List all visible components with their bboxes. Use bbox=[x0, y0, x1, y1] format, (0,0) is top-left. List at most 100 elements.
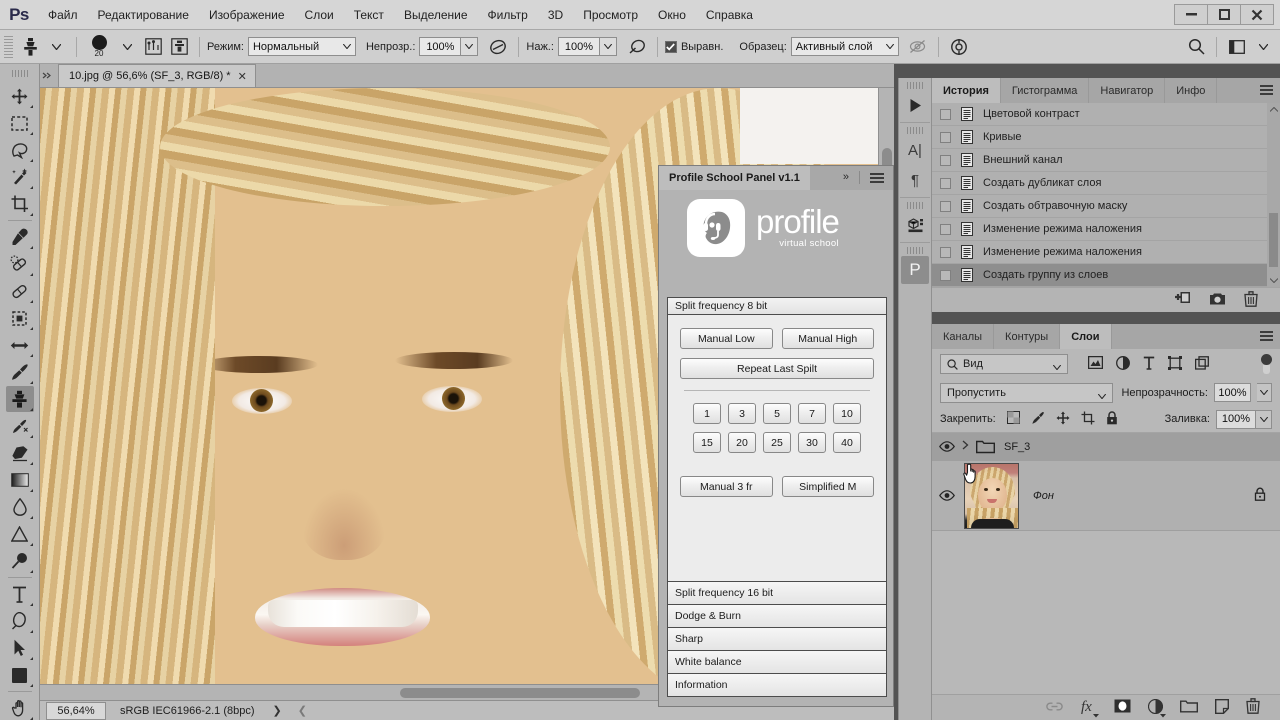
spot-healing-brush-tool[interactable] bbox=[6, 251, 34, 277]
panel-menu-icon[interactable] bbox=[1260, 85, 1273, 96]
profile-panel-titlebar[interactable]: Profile School Panel v1.1 » bbox=[659, 166, 893, 190]
brush-preset-picker[interactable]: 20 bbox=[84, 33, 114, 61]
lasso-tool[interactable] bbox=[6, 137, 34, 163]
filter-smart-object-icon[interactable] bbox=[1194, 355, 1209, 373]
radius-preset-40[interactable]: 40 bbox=[833, 432, 861, 453]
history-snapshot-checkbox[interactable] bbox=[940, 177, 951, 189]
menu-file[interactable]: Файл bbox=[38, 4, 88, 26]
tab-info[interactable]: Инфо bbox=[1165, 78, 1218, 103]
history-snapshot-checkbox[interactable] bbox=[940, 246, 951, 258]
close-button[interactable] bbox=[1240, 4, 1274, 25]
split-frequency-16-bit-item[interactable]: Split frequency 16 bit bbox=[668, 581, 886, 604]
lock-all-icon[interactable] bbox=[1106, 410, 1118, 428]
shape-tool[interactable] bbox=[6, 662, 34, 688]
dodge-burn-tool[interactable] bbox=[6, 548, 34, 574]
history-snapshot-checkbox[interactable] bbox=[940, 131, 951, 143]
layer-row-background[interactable]: Фон bbox=[932, 461, 1280, 531]
filter-adjustment-icon[interactable] bbox=[1116, 355, 1130, 373]
toggle-brush-panel-icon[interactable] bbox=[140, 35, 166, 59]
layer-name[interactable]: SF_3 bbox=[1004, 441, 1030, 453]
menu-type[interactable]: Текст bbox=[344, 4, 394, 26]
menu-image[interactable]: Изображение bbox=[199, 4, 295, 26]
menu-layer[interactable]: Слои bbox=[295, 4, 344, 26]
tab-paths[interactable]: Контуры bbox=[994, 324, 1061, 349]
move-tool[interactable] bbox=[6, 83, 34, 109]
radius-preset-10[interactable]: 10 bbox=[833, 403, 861, 424]
white-balance-item[interactable]: White balance bbox=[668, 650, 886, 673]
layer-opacity-input[interactable]: 100% bbox=[1213, 383, 1252, 402]
blend-mode-select[interactable]: Нормальный bbox=[247, 37, 356, 56]
history-snapshot-checkbox[interactable] bbox=[940, 200, 951, 212]
filter-shape-icon[interactable] bbox=[1168, 355, 1182, 373]
healing-brush-tool[interactable] bbox=[6, 278, 34, 304]
scroll-up-icon[interactable] bbox=[1269, 105, 1279, 114]
layer-visibility-toggle[interactable] bbox=[932, 441, 962, 452]
quick-selection-tool[interactable] bbox=[6, 164, 34, 190]
panel-menu-icon[interactable] bbox=[870, 173, 884, 184]
delete-layer-icon[interactable] bbox=[1246, 698, 1260, 717]
new-document-from-state-icon[interactable] bbox=[1175, 291, 1191, 309]
link-layers-icon[interactable] bbox=[1046, 701, 1063, 715]
document-tab[interactable]: 10.jpg @ 56,6% (SF_3, RGB/8) * ✕ bbox=[58, 64, 256, 87]
dodge-and-burn-item[interactable]: Dodge & Burn bbox=[668, 604, 886, 627]
zoom-level-field[interactable]: 56,64% bbox=[46, 701, 106, 720]
tablet-pressure-icon[interactable] bbox=[946, 35, 972, 59]
clone-stamp-tool-preset-icon[interactable] bbox=[17, 35, 43, 59]
history-scroll-thumb[interactable] bbox=[1269, 213, 1278, 267]
ignore-adjustment-layers-icon[interactable] bbox=[905, 35, 931, 59]
options-bar-grip[interactable] bbox=[4, 35, 13, 58]
chevron-right-icon[interactable] bbox=[962, 440, 976, 453]
history-item[interactable]: Изменение режима наложения bbox=[932, 218, 1280, 241]
radius-preset-7[interactable]: 7 bbox=[798, 403, 826, 424]
layer-fill-stepper[interactable] bbox=[1256, 409, 1272, 429]
opacity-stepper[interactable] bbox=[461, 37, 479, 56]
manual-low-button[interactable]: Manual Low bbox=[680, 328, 773, 349]
lock-position-icon[interactable] bbox=[1056, 411, 1070, 428]
manual-high-button[interactable]: Manual High bbox=[781, 328, 874, 349]
sample-select[interactable]: Активный слой bbox=[790, 37, 899, 56]
crop-tool[interactable] bbox=[6, 191, 34, 217]
gradient-tool[interactable] bbox=[6, 467, 34, 493]
toggle-clone-source-panel-icon[interactable] bbox=[166, 35, 192, 59]
menu-view[interactable]: Просмотр bbox=[573, 4, 648, 26]
adjustment-layer-icon[interactable] bbox=[1147, 698, 1166, 717]
dock-grip-2[interactable] bbox=[907, 127, 923, 134]
radius-preset-1[interactable]: 1 bbox=[693, 403, 721, 424]
radius-preset-20[interactable]: 20 bbox=[728, 432, 756, 453]
pen-tool[interactable] bbox=[6, 608, 34, 634]
workspace-switcher-icon[interactable] bbox=[1224, 35, 1250, 59]
history-item[interactable]: Создать дубликат слоя bbox=[932, 172, 1280, 195]
tab-bar-grip[interactable] bbox=[40, 63, 54, 87]
profile-panel-icon[interactable]: P bbox=[901, 256, 929, 284]
tab-layers[interactable]: Слои bbox=[1060, 324, 1112, 349]
maximize-button[interactable] bbox=[1207, 4, 1241, 25]
dodge-tool[interactable] bbox=[6, 521, 34, 547]
tab-navigator[interactable]: Навигатор bbox=[1089, 78, 1166, 103]
layer-blend-mode-select[interactable]: Пропустить bbox=[940, 382, 1114, 403]
clone-stamp-tool[interactable] bbox=[5, 386, 34, 412]
repeat-last-split-button[interactable]: Repeat Last Spilt bbox=[680, 358, 874, 379]
panel-menu-icon[interactable] bbox=[1260, 331, 1273, 342]
layer-opacity-stepper[interactable] bbox=[1257, 383, 1272, 402]
history-snapshot-checkbox[interactable] bbox=[940, 108, 951, 120]
content-aware-move-tool[interactable] bbox=[6, 332, 34, 358]
status-menu-arrow-icon[interactable]: ❯ bbox=[273, 704, 282, 717]
new-snapshot-icon[interactable] bbox=[1209, 292, 1226, 309]
dock-grip-4[interactable] bbox=[907, 247, 923, 254]
layer-filter-type-select[interactable]: Вид bbox=[940, 354, 1068, 374]
aligned-checkbox[interactable] bbox=[664, 40, 677, 53]
menu-select[interactable]: Выделение bbox=[394, 4, 478, 26]
menu-help[interactable]: Справка bbox=[696, 4, 763, 26]
radius-preset-15[interactable]: 15 bbox=[693, 432, 721, 453]
tab-histogram[interactable]: Гистограмма bbox=[1000, 78, 1090, 103]
history-item-selected[interactable]: Создать группу из слоев bbox=[932, 264, 1280, 287]
flow-input[interactable]: 100% bbox=[557, 37, 600, 56]
layer-visibility-toggle[interactable] bbox=[932, 490, 962, 501]
workspace-chevron-icon[interactable] bbox=[1250, 35, 1276, 59]
new-layer-icon[interactable] bbox=[1215, 698, 1229, 717]
filter-pixel-icon[interactable] bbox=[1087, 355, 1104, 372]
history-snapshot-checkbox[interactable] bbox=[940, 269, 951, 281]
history-item[interactable]: Изменение режима наложения bbox=[932, 241, 1280, 264]
minimize-button[interactable] bbox=[1174, 4, 1208, 25]
layer-name[interactable]: Фон bbox=[1033, 490, 1054, 502]
